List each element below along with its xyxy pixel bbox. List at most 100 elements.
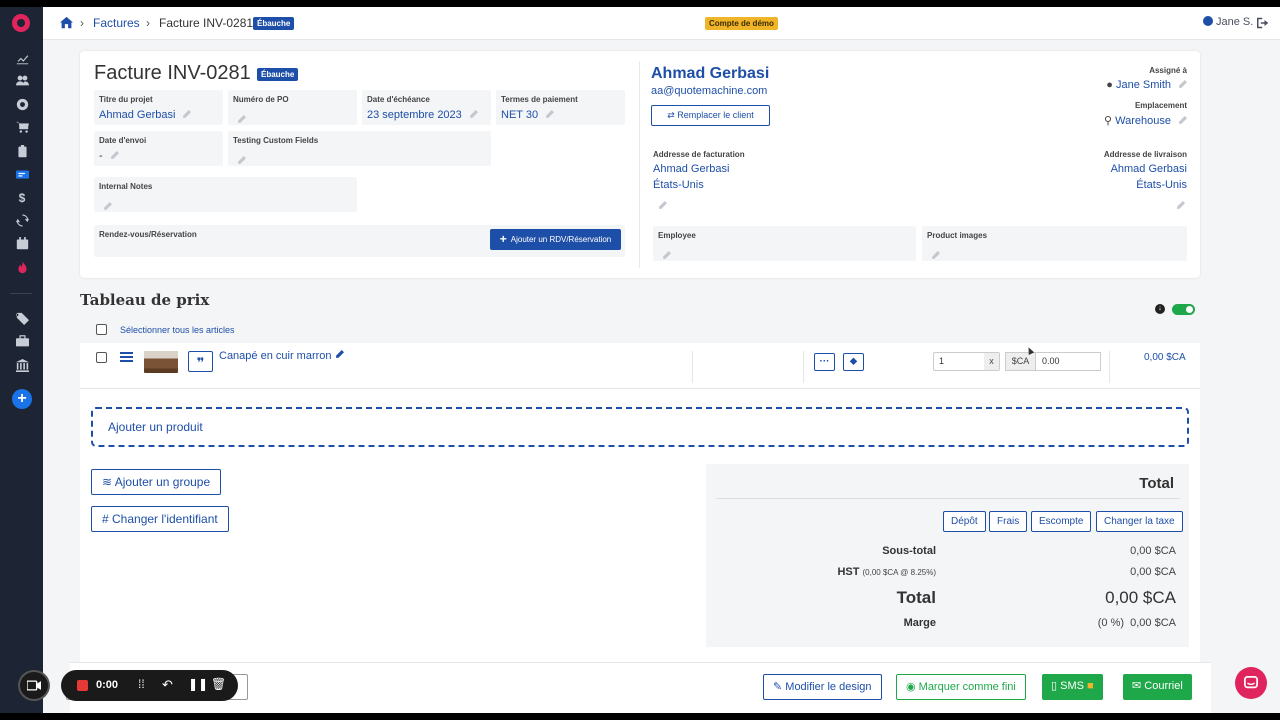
edit-pencil-icon[interactable] (1176, 197, 1185, 209)
deposit-button[interactable]: Dépôt (943, 511, 986, 532)
custom-fields-field[interactable]: Testing Custom Fields (228, 131, 491, 166)
chat-launcher[interactable] (1235, 667, 1267, 699)
add-appointment-button[interactable]: + Ajouter un RDV/Réservation (490, 229, 621, 250)
more-options-icon[interactable]: ··· (814, 353, 835, 371)
shipping-name[interactable]: Ahmad Gerbasi (1111, 163, 1187, 175)
cart-icon[interactable] (14, 121, 30, 135)
add-product-button[interactable]: Ajouter un produit (91, 407, 1189, 447)
create-new-button[interactable]: + (12, 389, 32, 409)
dollar-icon[interactable]: $ (14, 191, 30, 205)
edit-pencil-icon[interactable] (237, 111, 246, 123)
chevron-right-icon: › (146, 16, 150, 30)
chart-icon[interactable] (14, 52, 30, 66)
internal-notes-field[interactable]: Internal Notes (94, 177, 357, 212)
client-name[interactable]: Ahmad Gerbasi (651, 65, 769, 83)
sms-button[interactable]: ▯ SMS ■ (1042, 674, 1103, 700)
tag-icon[interactable]: ⬥ (843, 353, 864, 371)
project-title-field[interactable]: Titre du projet Ahmad Gerbasi (94, 90, 223, 125)
quote-icon[interactable]: ❞ (188, 351, 213, 372)
trash-icon[interactable]: 🗑 (211, 677, 226, 691)
support-icon[interactable] (14, 98, 30, 112)
send-date-field[interactable]: Date d'envoi - (94, 131, 223, 166)
total-value: 0,00 $CA (1105, 588, 1176, 607)
edit-pencil-icon[interactable] (545, 110, 555, 119)
edit-pencil-icon[interactable] (182, 110, 192, 119)
product-images-field[interactable]: Product images (922, 226, 1187, 261)
breadcrumb-invoices-link[interactable]: Factures (93, 16, 140, 30)
price-table-toggle[interactable] (1172, 304, 1195, 315)
edit-pencil-icon[interactable] (237, 152, 246, 164)
mark-done-button[interactable]: ◉ Marquer comme fini (896, 674, 1026, 700)
home-icon[interactable] (60, 16, 73, 34)
email-button[interactable]: ✉ Courriel (1123, 674, 1192, 700)
client-email[interactable]: aa@quotemachine.com (651, 85, 767, 97)
sidebar-divider (10, 293, 32, 294)
grid-icon[interactable]: ⁞⁞ (138, 677, 145, 691)
edit-pencil-icon[interactable] (103, 198, 112, 210)
drag-handle-icon[interactable] (120, 352, 133, 364)
button-label: SMS (1060, 680, 1084, 692)
totals-header: Total (716, 472, 1180, 499)
app-logo[interactable] (12, 14, 30, 32)
user-menu[interactable]: Jane S. (1203, 16, 1253, 28)
edit-pencil-icon[interactable] (110, 151, 119, 160)
billing-country[interactable]: États-Unis (653, 179, 704, 191)
download-icon[interactable]: ↓ (1155, 304, 1165, 314)
change-identifier-button[interactable]: # Changer l'identifiant (91, 506, 229, 532)
item-name[interactable]: Canapé en cuir marron (219, 350, 344, 362)
button-label: Remplacer le client (677, 110, 754, 120)
logout-icon[interactable] (1257, 16, 1269, 29)
shipping-address-label: Addresse de livraison (1103, 150, 1187, 159)
edit-pencil-icon[interactable] (469, 110, 478, 119)
calendar-icon[interactable] (14, 237, 30, 251)
edit-pencil-icon[interactable] (662, 247, 671, 259)
undo-icon[interactable]: ↶ (162, 677, 173, 693)
add-group-button[interactable]: ≋ Ajouter un groupe (91, 469, 222, 495)
check-circle-icon: ◉ (906, 681, 919, 693)
invoice-icon[interactable] (14, 168, 30, 182)
sidebar: $ + (0, 7, 43, 713)
tax-label: HST (0,00 $CA @ 8.25%) (837, 566, 936, 578)
camera-toggle[interactable] (18, 670, 50, 701)
change-tax-button[interactable]: Changer la taxe (1096, 511, 1183, 532)
app-screen: $ + › Factures › Facture INV-0281 Ébauch… (0, 7, 1280, 713)
edit-pencil-icon[interactable] (335, 350, 344, 359)
edit-pencil-icon[interactable] (1178, 116, 1187, 125)
shipping-country[interactable]: États-Unis (1136, 179, 1187, 191)
column-divider (1109, 351, 1110, 383)
bank-icon[interactable] (14, 359, 30, 373)
select-all-label[interactable]: Sélectionner tous les articles (120, 325, 235, 335)
location-value[interactable]: ⚲ Warehouse (1104, 114, 1187, 127)
quantity-multiplier: x (984, 353, 999, 370)
due-date-field[interactable]: Date d'échéance 23 septembre 2023 (362, 90, 491, 125)
refresh-icon[interactable] (14, 214, 30, 228)
clipboard-icon[interactable] (14, 145, 30, 159)
subtotal-label: Sous-total (882, 545, 936, 557)
camera-icon (27, 680, 41, 691)
discount-button[interactable]: Escompte (1031, 511, 1092, 532)
billing-name[interactable]: Ahmad Gerbasi (653, 163, 729, 175)
chat-icon (1244, 676, 1258, 689)
tax-value: 0,00 $CA (1130, 566, 1176, 578)
fire-icon[interactable] (14, 261, 30, 275)
briefcase-icon[interactable] (14, 335, 30, 349)
unit-price-input[interactable]: 0.00 (1035, 352, 1101, 371)
pause-icon[interactable]: ❚❚ (188, 677, 208, 691)
edit-pencil-icon[interactable] (931, 247, 940, 259)
payment-terms-field[interactable]: Termes de paiement NET 30 (496, 90, 625, 125)
users-icon[interactable] (14, 74, 30, 88)
stop-record-icon[interactable] (77, 680, 88, 691)
assigned-to-value[interactable]: ● Jane Smith (1106, 79, 1187, 91)
fees-button[interactable]: Frais (989, 511, 1028, 532)
edit-pencil-icon[interactable] (1178, 80, 1187, 89)
replace-client-button[interactable]: ⇄ Remplacer le client (651, 105, 770, 126)
tag-icon[interactable] (14, 312, 30, 326)
select-all-checkbox[interactable] (96, 324, 107, 335)
invoice-header-card: Facture INV-0281 Ébauche Titre du projet… (80, 51, 1200, 278)
item-checkbox[interactable] (96, 352, 107, 363)
modify-design-button[interactable]: ✎ Modifier le design (763, 674, 882, 700)
chevron-right-icon: › (80, 16, 84, 30)
edit-pencil-icon[interactable] (658, 197, 667, 209)
po-number-field[interactable]: Numéro de PO (228, 90, 357, 125)
employee-field[interactable]: Employee (653, 226, 916, 261)
